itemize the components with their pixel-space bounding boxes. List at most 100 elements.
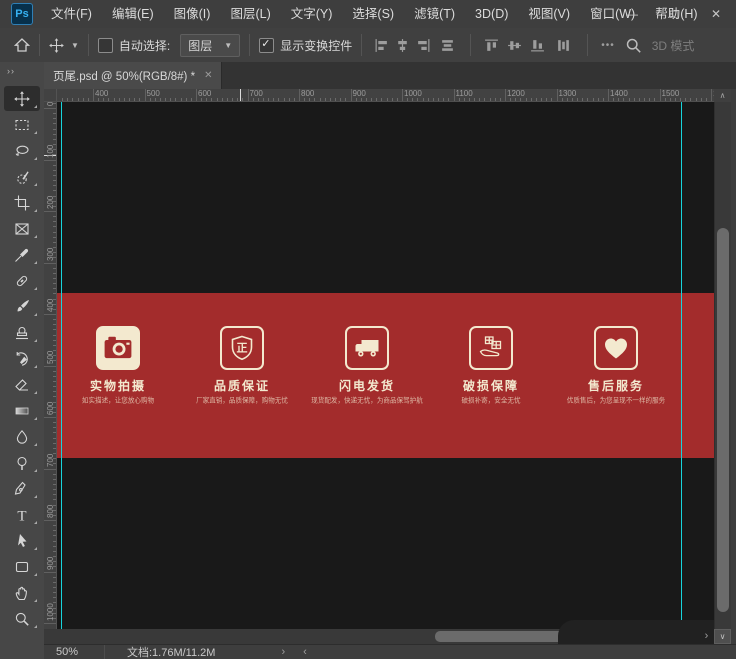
ruler-tick xyxy=(242,98,243,102)
menubar-item-8[interactable]: 3D(D) xyxy=(465,1,518,28)
ruler-tick xyxy=(53,139,57,140)
minimize-icon[interactable]: — xyxy=(622,0,642,28)
clone-stamp-tool[interactable] xyxy=(4,320,40,345)
ruler-tick xyxy=(53,221,57,222)
horizontal-scrollbar-thumb[interactable] xyxy=(435,631,565,642)
ruler-tick xyxy=(53,530,57,531)
auto-select-checkbox[interactable] xyxy=(98,38,113,53)
menubar-item-9[interactable]: 视图(V) xyxy=(518,1,580,28)
distribute-vertical-icon[interactable] xyxy=(440,38,455,53)
delivery-truck-icon xyxy=(345,326,389,370)
ruler-tick xyxy=(53,288,57,289)
crop-tool[interactable] xyxy=(4,190,40,215)
show-transform-checkbox[interactable] xyxy=(259,38,274,53)
hand-tool[interactable] xyxy=(4,580,40,605)
align-vertical-centers-icon[interactable] xyxy=(507,38,522,53)
ruler-tick xyxy=(53,489,57,490)
scroll-up-icon[interactable]: ∧ xyxy=(714,89,731,102)
healing-brush-tool[interactable] xyxy=(4,268,40,293)
scroll-down-icon[interactable]: ∨ xyxy=(714,629,731,644)
lasso-tool[interactable] xyxy=(4,138,40,163)
tool-list: T xyxy=(0,86,44,631)
blur-tool[interactable] xyxy=(4,424,40,449)
ruler-tick xyxy=(206,98,207,102)
align-horizontal-centers-icon[interactable] xyxy=(395,38,410,53)
chevron-down-icon[interactable]: ▼ xyxy=(71,41,79,50)
ruler-label: 800 xyxy=(301,89,314,98)
menubar-item-6[interactable]: 选择(S) xyxy=(342,1,404,28)
close-icon[interactable]: ✕ xyxy=(706,0,726,28)
ruler-tick xyxy=(103,98,104,102)
service-subtitle: 破损补寄，安全无忧 xyxy=(434,396,549,405)
path-selection-tool[interactable] xyxy=(4,528,40,553)
rectangular-marquee-tool[interactable] xyxy=(4,112,40,137)
distribute-horizontal-icon[interactable] xyxy=(556,38,571,53)
ruler-tick xyxy=(186,98,187,102)
ruler-corner[interactable] xyxy=(44,89,57,102)
search-icon[interactable] xyxy=(625,37,642,54)
ruler-tick xyxy=(232,98,233,102)
move-tool-preset-icon[interactable] xyxy=(49,38,64,53)
vertical-scrollbar-thumb[interactable] xyxy=(717,228,729,612)
ruler-tick xyxy=(613,98,614,102)
horizontal-ruler[interactable]: 4005006007008009001000110012001300140015… xyxy=(57,89,714,102)
scroll-right-icon[interactable]: › xyxy=(699,629,714,644)
auto-select-label: 自动选择: xyxy=(119,37,170,54)
eraser-tool[interactable] xyxy=(4,372,40,397)
photoshop-logo-icon: Ps xyxy=(11,3,33,25)
ruler-tick xyxy=(53,376,57,377)
zoom-level-field[interactable]: 50% xyxy=(44,645,105,659)
brush-tool[interactable] xyxy=(4,294,40,319)
zoom-tool[interactable] xyxy=(4,606,40,631)
maximize-icon[interactable]: □ xyxy=(664,0,684,28)
ruler-tick xyxy=(572,98,573,102)
3d-mode-button[interactable]: 3D 模式 xyxy=(652,37,695,54)
home-icon[interactable] xyxy=(14,37,30,53)
ruler-tick xyxy=(454,89,455,101)
ruler-tick xyxy=(593,98,594,102)
ruler-tick xyxy=(639,98,640,102)
auto-select-target-dropdown[interactable]: 图层 ▼ xyxy=(180,34,240,57)
ruler-tick xyxy=(696,98,697,102)
expand-panel-icon[interactable]: ›› xyxy=(0,62,44,76)
cursor-position-marker xyxy=(240,89,241,102)
guide-line-left xyxy=(61,102,62,629)
align-bottom-edges-icon[interactable] xyxy=(530,38,545,53)
menubar-item-2[interactable]: 编辑(E) xyxy=(102,1,164,28)
pen-tool[interactable] xyxy=(4,476,40,501)
ruler-tick xyxy=(505,89,506,101)
ruler-tick xyxy=(53,582,57,583)
ruler-tick xyxy=(706,98,707,102)
ruler-tick xyxy=(392,98,393,102)
eyedropper-tool[interactable] xyxy=(4,242,40,267)
rectangle-tool[interactable] xyxy=(4,554,40,579)
menubar-item-5[interactable]: 文字(Y) xyxy=(281,1,343,28)
ruler-tick xyxy=(44,366,56,367)
align-left-edges-icon[interactable] xyxy=(374,38,389,53)
frame-tool[interactable] xyxy=(4,216,40,241)
gradient-tool[interactable] xyxy=(4,398,40,423)
quick-selection-tool[interactable] xyxy=(4,164,40,189)
vertical-ruler[interactable]: 01002003004005006007008009001000 xyxy=(44,102,57,629)
align-top-edges-icon[interactable] xyxy=(484,38,499,53)
ruler-tick xyxy=(665,98,666,102)
history-brush-tool[interactable] xyxy=(4,346,40,371)
tab-close-icon[interactable]: ✕ xyxy=(204,70,212,81)
align-right-edges-icon[interactable] xyxy=(416,38,431,53)
menubar-item-3[interactable]: 图像(I) xyxy=(164,1,221,28)
status-prev-icon[interactable]: ‹ xyxy=(303,646,307,658)
ruler-tick xyxy=(53,386,57,387)
ruler-tick xyxy=(253,98,254,102)
vertical-scrollbar[interactable] xyxy=(714,102,731,629)
menubar-item-1[interactable]: 文件(F) xyxy=(41,1,102,28)
menubar-item-4[interactable]: 图层(L) xyxy=(220,1,280,28)
dodge-tool[interactable] xyxy=(4,450,40,475)
document-canvas[interactable]: 实物拍摄 如实描述，让您放心购物 正 品质保证 厂家直销，品质保障，购物无忧 xyxy=(57,102,714,629)
document-tab[interactable]: 页尾.psd @ 50%(RGB/8#) * ✕ xyxy=(44,62,222,89)
status-next-icon[interactable]: › xyxy=(281,646,285,658)
move-tool[interactable] xyxy=(4,86,40,111)
menubar-item-7[interactable]: 滤镜(T) xyxy=(404,1,465,28)
more-options-icon[interactable]: ••• xyxy=(601,40,615,51)
ruler-tick xyxy=(484,98,485,102)
type-tool[interactable]: T xyxy=(4,502,40,527)
